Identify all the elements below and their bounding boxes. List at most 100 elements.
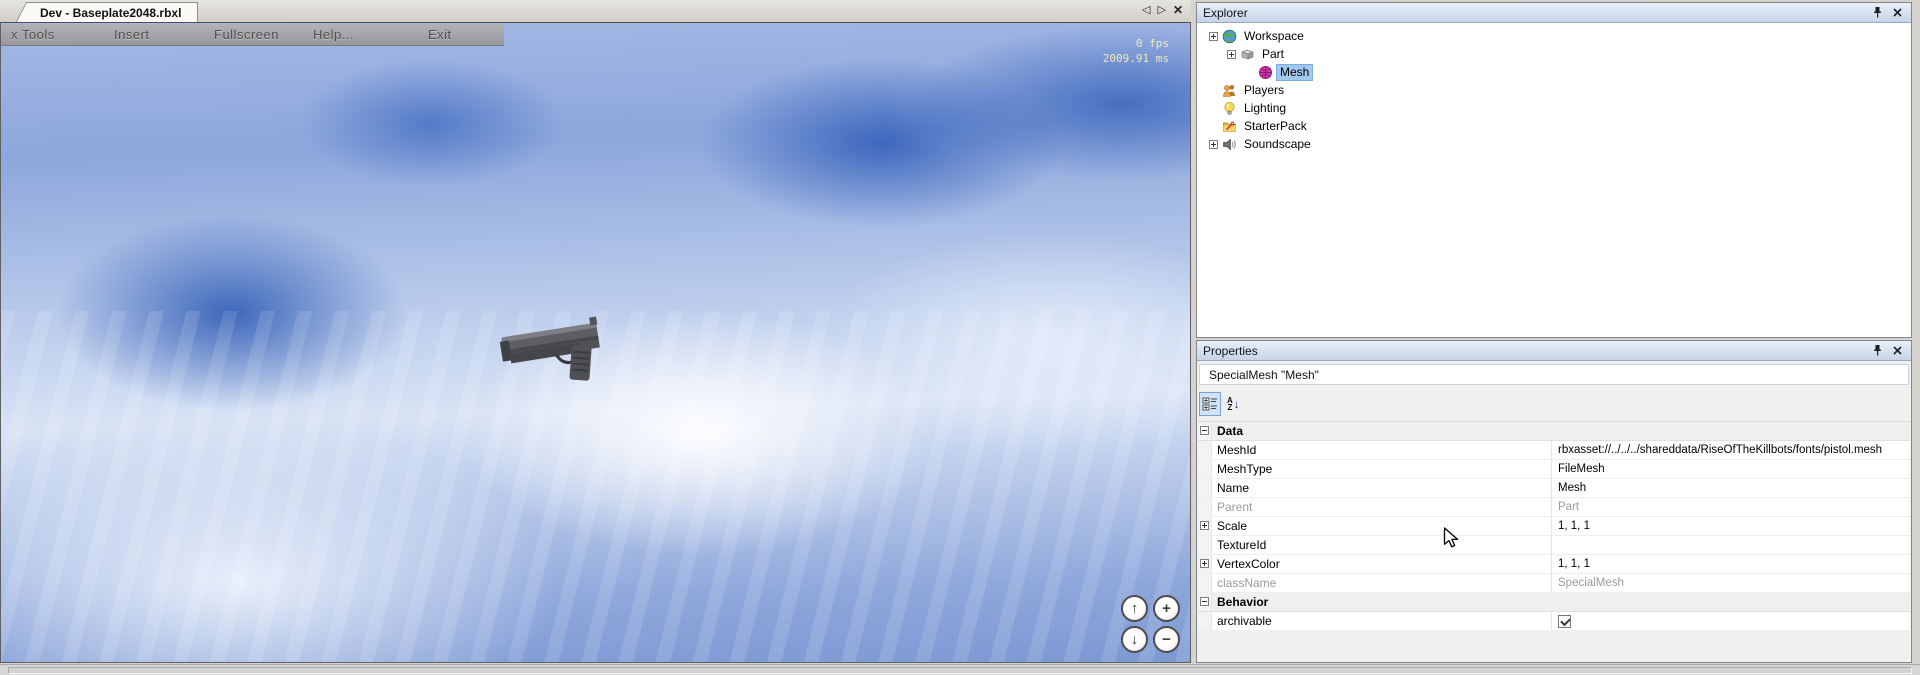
tree-item-label: Lighting xyxy=(1241,101,1289,116)
property-name: TextureId xyxy=(1212,536,1552,554)
property-row-name: Name Mesh xyxy=(1198,479,1910,498)
speaker-icon xyxy=(1222,137,1237,152)
property-row-textureid: TextureId xyxy=(1198,536,1910,555)
alphabetical-sort-button[interactable]: AZ↓ xyxy=(1227,397,1240,411)
roblox-studio-screen: Dev - Baseplate2048.rbxl ◁ ▷ ✕ x Tools I… xyxy=(0,0,1920,675)
expand-icon[interactable] xyxy=(1209,32,1218,41)
explorer-header: Explorer xyxy=(1197,3,1911,23)
property-value[interactable]: rbxasset://../../../shareddata/RiseOfThe… xyxy=(1552,441,1910,459)
tab-close-icon[interactable]: ✕ xyxy=(1173,3,1183,17)
tab-scroll-left-icon[interactable]: ◁ xyxy=(1142,3,1150,17)
property-value: Part xyxy=(1552,498,1910,516)
property-row-classname: className SpecialMesh xyxy=(1198,574,1910,593)
tree-item-workspace[interactable]: Workspace xyxy=(1197,27,1911,45)
close-icon[interactable] xyxy=(1891,6,1903,19)
explorer-tree: Workspace Part Mesh xyxy=(1197,23,1911,337)
lightbulb-icon xyxy=(1222,101,1237,116)
property-value[interactable]: FileMesh xyxy=(1552,460,1910,478)
tree-item-starterpack[interactable]: StarterPack xyxy=(1197,117,1911,135)
menu-item-help[interactable]: Help... xyxy=(313,27,354,42)
category-label: Behavior xyxy=(1212,595,1268,609)
properties-header: Properties xyxy=(1197,341,1911,361)
properties-panel: Properties SpecialMesh "Mesh" AZ↓ Data xyxy=(1196,340,1912,663)
frame-time: 2009.91 ms xyxy=(1103,51,1169,66)
properties-toolbar: AZ↓ xyxy=(1199,391,1240,417)
property-name: Scale xyxy=(1212,517,1552,535)
tree-item-lighting[interactable]: Lighting xyxy=(1197,99,1911,117)
tree-item-soundscape[interactable]: Soundscape xyxy=(1197,135,1911,153)
property-value[interactable]: Mesh xyxy=(1552,479,1910,497)
zoom-out-button[interactable]: − xyxy=(1153,626,1180,653)
document-tab[interactable]: Dev - Baseplate2048.rbxl xyxy=(30,2,198,22)
tree-item-part[interactable]: Part xyxy=(1197,45,1911,63)
selected-object-field[interactable]: SpecialMesh "Mesh" xyxy=(1199,364,1909,385)
property-name: MeshId xyxy=(1212,441,1552,459)
document-tab-title: Dev - Baseplate2048.rbxl xyxy=(40,6,181,20)
starterpack-folder-icon xyxy=(1222,119,1237,134)
property-name: archivable xyxy=(1212,612,1552,630)
tree-item-label-selected: Mesh xyxy=(1277,65,1312,80)
expand-icon[interactable] xyxy=(1200,559,1209,568)
pin-icon[interactable] xyxy=(1871,6,1883,19)
property-value[interactable]: 1, 1, 1 xyxy=(1552,517,1910,535)
fps-counter: 0 fps xyxy=(1103,36,1169,51)
categorized-view-button[interactable] xyxy=(1199,392,1221,416)
menu-item-insert[interactable]: Insert xyxy=(114,27,150,42)
tree-item-label: Soundscape xyxy=(1241,137,1314,152)
menu-item-tools[interactable]: x Tools xyxy=(11,27,55,42)
players-icon xyxy=(1222,83,1237,98)
property-row-meshid: MeshId rbxasset://../../../shareddata/Ri… xyxy=(1198,441,1910,460)
status-bar-inset xyxy=(8,667,1912,674)
pistol-mesh-object[interactable] xyxy=(497,305,623,387)
tree-item-mesh[interactable]: Mesh xyxy=(1197,63,1911,81)
pin-icon[interactable] xyxy=(1871,344,1883,357)
mesh-icon xyxy=(1258,65,1273,80)
performance-overlay: 0 fps 2009.91 ms xyxy=(1103,36,1169,66)
property-name: MeshType xyxy=(1212,460,1552,478)
explorer-title: Explorer xyxy=(1203,6,1248,20)
property-name: Name xyxy=(1212,479,1552,497)
zoom-in-button[interactable]: + xyxy=(1153,595,1180,622)
property-grid: Data MeshId rbxasset://../../../sharedda… xyxy=(1198,421,1910,630)
expand-icon[interactable] xyxy=(1227,50,1236,59)
category-label: Data xyxy=(1212,424,1243,438)
property-name: className xyxy=(1212,574,1552,592)
close-icon[interactable] xyxy=(1891,344,1903,357)
tab-scroll-right-icon[interactable]: ▷ xyxy=(1157,3,1165,17)
camera-controls: ↑ + ↓ − xyxy=(1121,595,1181,653)
expand-icon[interactable] xyxy=(1209,140,1218,149)
property-row-archivable: archivable xyxy=(1198,612,1910,631)
workspace-globe-icon xyxy=(1222,29,1237,44)
category-row-data[interactable]: Data xyxy=(1198,422,1910,441)
collapse-icon[interactable] xyxy=(1200,426,1209,435)
property-row-scale: Scale 1, 1, 1 xyxy=(1198,517,1910,536)
tilt-up-button[interactable]: ↑ xyxy=(1121,595,1148,622)
tree-item-players[interactable]: Players xyxy=(1197,81,1911,99)
tab-strip: Dev - Baseplate2048.rbxl ◁ ▷ ✕ xyxy=(0,0,1191,22)
property-name: Parent xyxy=(1212,498,1552,516)
explorer-panel: Explorer Workspace Par xyxy=(1196,2,1912,338)
3d-viewport[interactable]: x Tools Insert Fullscreen Help... Exit 0… xyxy=(0,22,1191,663)
tilt-down-button[interactable]: ↓ xyxy=(1121,626,1148,653)
property-value: SpecialMesh xyxy=(1552,574,1910,592)
tree-item-label: Players xyxy=(1241,83,1287,98)
property-name: VertexColor xyxy=(1212,555,1552,573)
property-row-meshtype: MeshType FileMesh xyxy=(1198,460,1910,479)
tree-item-label: StarterPack xyxy=(1241,119,1310,134)
tab-nav-controls: ◁ ▷ ✕ xyxy=(1142,3,1183,17)
archivable-checkbox[interactable] xyxy=(1558,615,1571,628)
category-row-behavior[interactable]: Behavior xyxy=(1198,593,1910,612)
selected-object-label: SpecialMesh "Mesh" xyxy=(1209,368,1319,382)
game-window: Dev - Baseplate2048.rbxl ◁ ▷ ✕ x Tools I… xyxy=(0,0,1191,664)
expand-icon[interactable] xyxy=(1200,521,1209,530)
tree-item-label: Part xyxy=(1259,47,1287,62)
tree-item-label: Workspace xyxy=(1241,29,1307,44)
properties-title: Properties xyxy=(1203,344,1258,358)
property-value[interactable]: 1, 1, 1 xyxy=(1552,555,1910,573)
menu-item-exit[interactable]: Exit xyxy=(428,27,452,42)
menu-item-fullscreen[interactable]: Fullscreen xyxy=(214,27,279,42)
status-bar xyxy=(0,664,1920,675)
collapse-icon[interactable] xyxy=(1200,597,1209,606)
property-value[interactable] xyxy=(1552,536,1910,554)
part-brick-icon xyxy=(1240,47,1255,62)
